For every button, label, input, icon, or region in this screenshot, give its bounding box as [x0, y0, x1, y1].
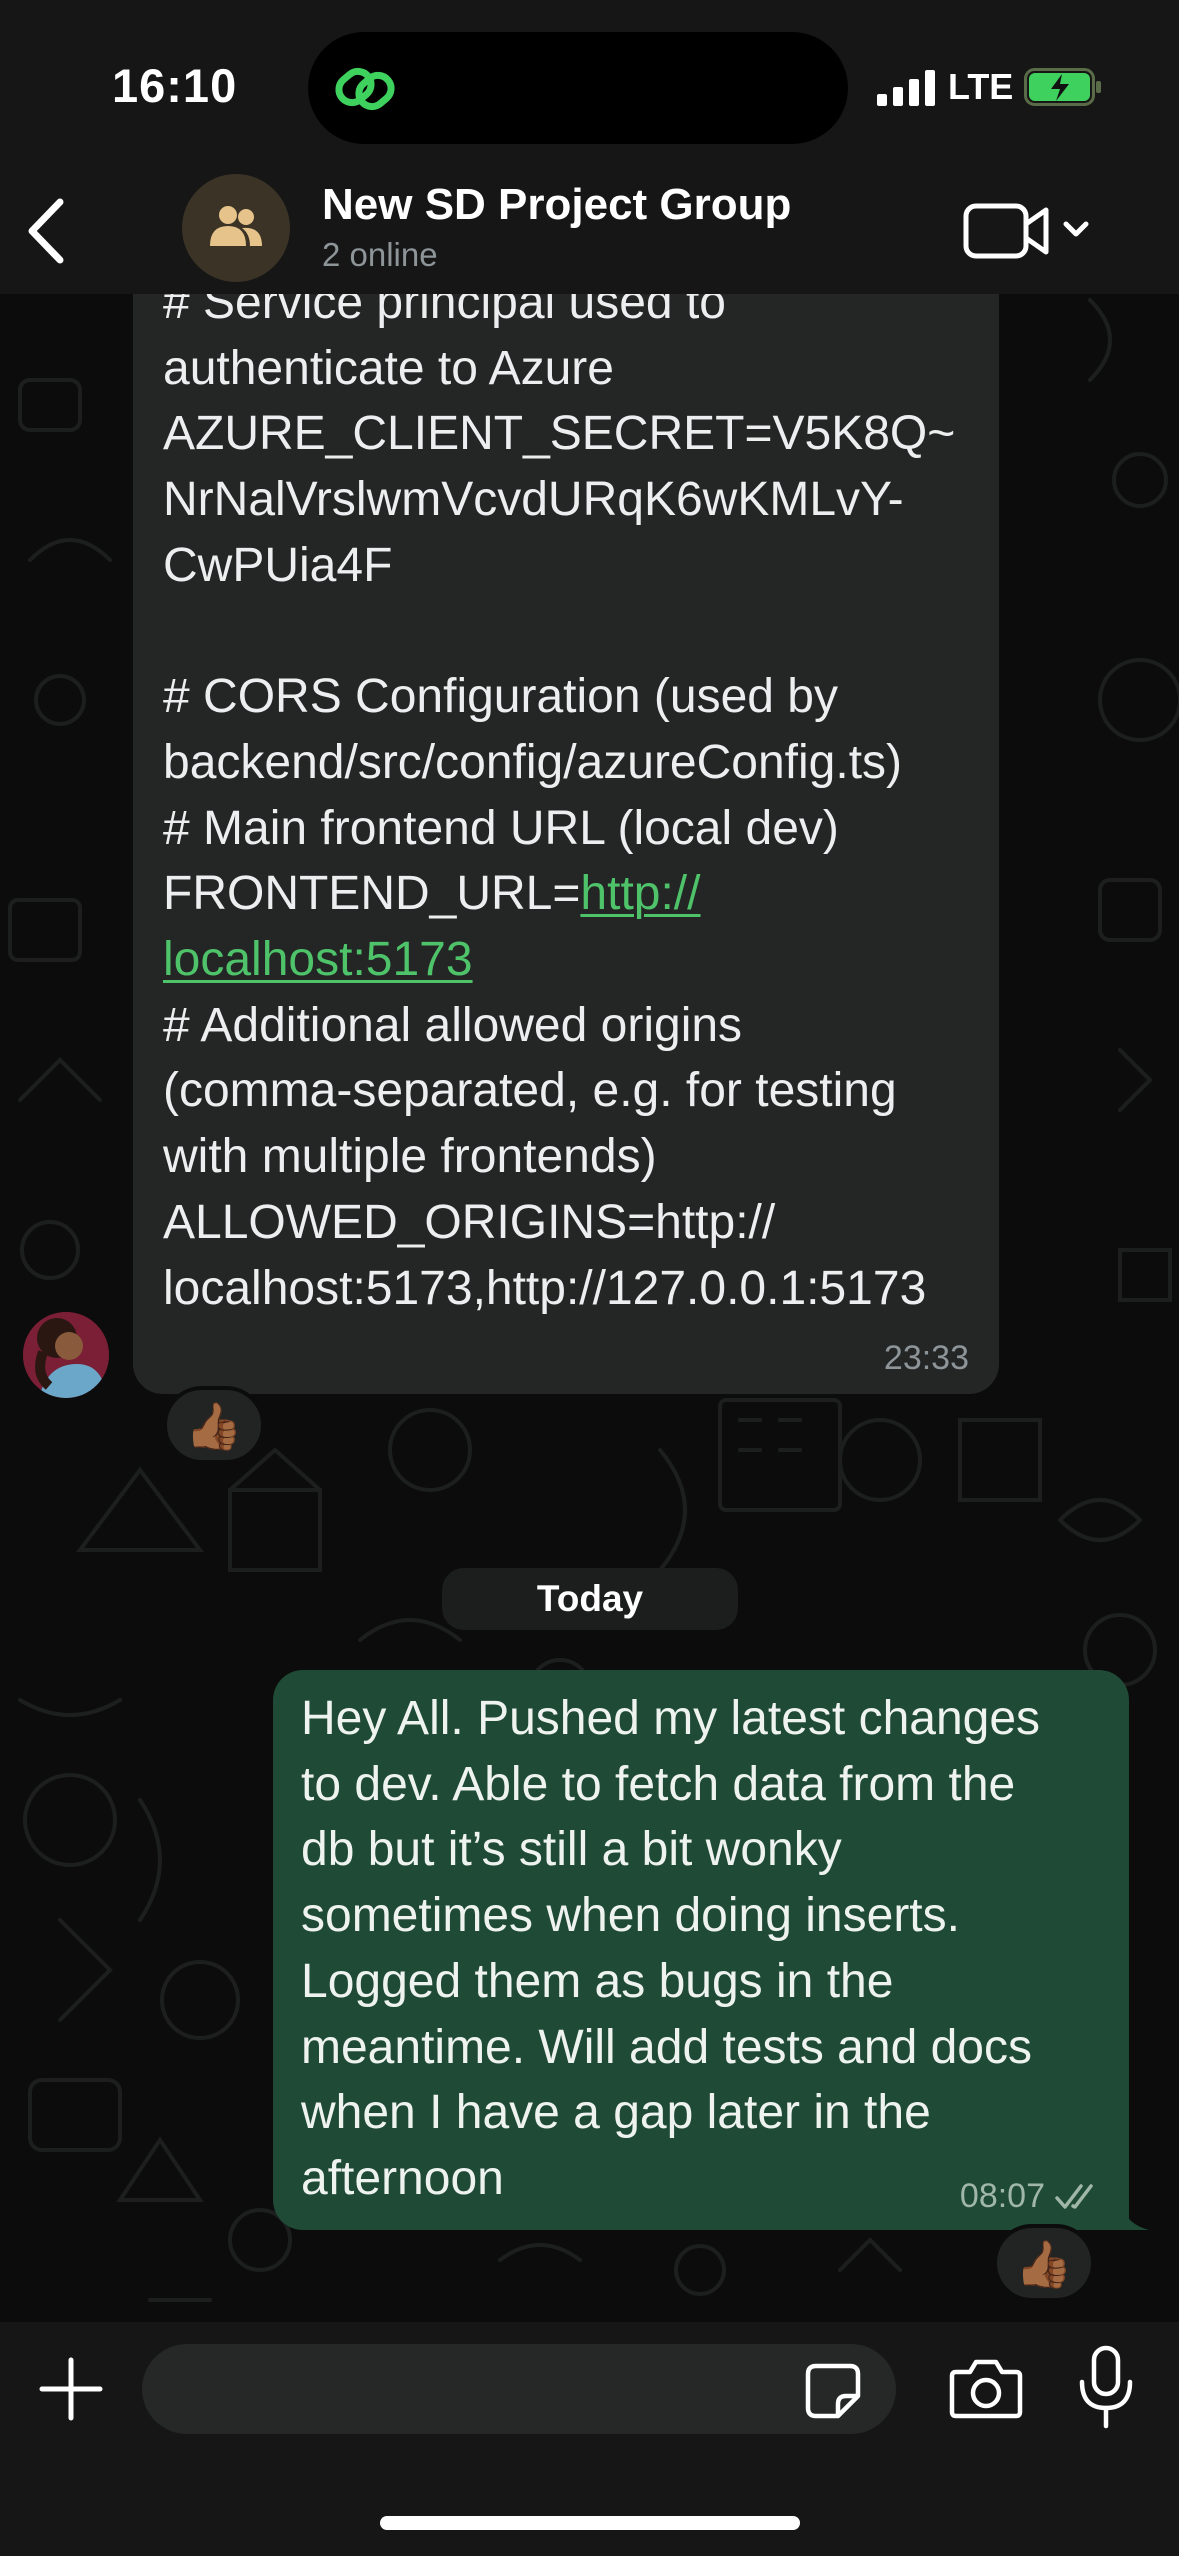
bubble-tail-icon	[1119, 2200, 1149, 2230]
incoming-message-bubble[interactable]: # Service principal used to authenticate…	[133, 240, 999, 1394]
message-meta: 08:07	[960, 2177, 1103, 2216]
reaction-badge[interactable]: 👍🏾	[163, 1386, 265, 1464]
sticker-icon[interactable]	[802, 2360, 864, 2422]
chat-screen: # Service principal used to authenticate…	[0, 0, 1179, 2556]
camera-icon[interactable]	[948, 2354, 1024, 2422]
battery-charging-icon	[1024, 68, 1101, 106]
home-indicator[interactable]	[380, 2516, 800, 2530]
reaction-badge[interactable]: 👍🏾	[993, 2224, 1095, 2302]
outgoing-message-bubble[interactable]: Hey All. Pushed my latest changes to dev…	[273, 1670, 1149, 2230]
thumbs-up-reaction: 👍🏾	[185, 1400, 243, 1452]
signal-icon	[877, 70, 935, 106]
message-text: # Service principal used to authenticate…	[163, 270, 993, 1321]
date-separator: Today	[442, 1568, 738, 1630]
message-timestamp: 23:33	[883, 1339, 969, 1377]
thumbs-up-reaction: 👍🏾	[1015, 2238, 1073, 2290]
back-chevron-icon[interactable]	[18, 192, 78, 270]
message-timestamp: 08:07	[959, 2177, 1045, 2215]
online-status: 2 online	[322, 236, 438, 273]
dynamic-island	[308, 32, 848, 144]
double-check-icon	[1055, 2183, 1093, 2209]
status-bar: 16:10 LTE	[0, 0, 1179, 170]
chat-title[interactable]: New SD Project Group	[322, 180, 791, 230]
microphone-icon[interactable]	[1076, 2344, 1136, 2432]
message-text-part: # Service principal used to authenticate…	[163, 276, 956, 921]
plus-icon[interactable]	[36, 2354, 106, 2424]
link-activity-icon	[335, 67, 395, 111]
message-text: Hey All. Pushed my latest changes to dev…	[301, 1692, 1041, 2205]
network-type: LTE	[948, 66, 1014, 107]
group-avatar[interactable]	[182, 174, 290, 282]
message-input[interactable]	[142, 2344, 896, 2434]
group-icon	[210, 206, 262, 246]
video-camera-icon[interactable]	[962, 194, 1098, 268]
sender-avatar[interactable]	[23, 1312, 109, 1398]
message-text-part: # Additional allowed origins (comma-sepa…	[163, 998, 927, 1315]
status-time: 16:10	[112, 59, 238, 112]
avatar-image-icon	[23, 1312, 109, 1398]
input-bar	[0, 2322, 1179, 2556]
chat-header: New SD Project Group 2 online	[0, 170, 1179, 294]
chevron-down-icon	[1063, 221, 1089, 237]
